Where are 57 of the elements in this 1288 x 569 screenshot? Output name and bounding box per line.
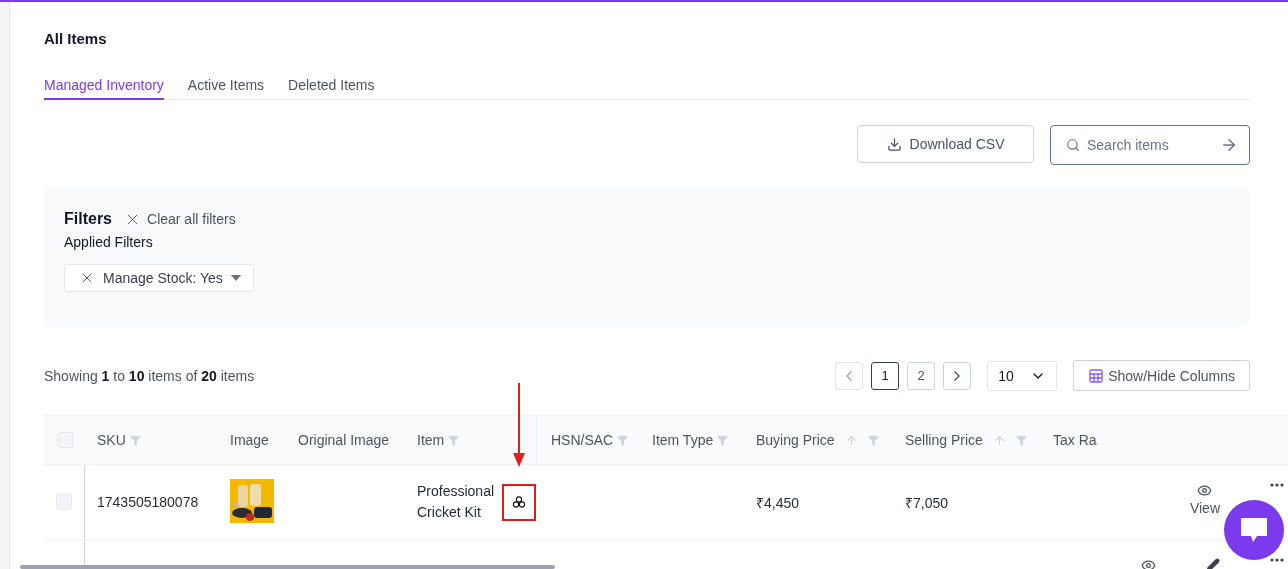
column-header[interactable]: Tax Ra	[1041, 416, 1105, 464]
search-field[interactable]: Search items	[1050, 125, 1250, 165]
table-columns-icon	[1088, 367, 1105, 384]
download-csv-button[interactable]: Download CSV	[857, 125, 1034, 163]
chat-button[interactable]	[1224, 500, 1284, 560]
edit-button[interactable]	[1206, 558, 1220, 569]
filter-chip[interactable]: Manage Stock: Yes	[64, 264, 254, 292]
download-icon	[886, 136, 902, 152]
filter-icon[interactable]	[617, 434, 629, 446]
scrollbar-thumb[interactable]	[20, 565, 555, 569]
table-cell-text: 1743505180078	[96, 494, 200, 510]
caret-icon	[230, 275, 241, 281]
view-button[interactable]: View	[1189, 483, 1220, 516]
filter-icon[interactable]	[129, 434, 141, 446]
chat-icon	[1239, 516, 1269, 544]
cubes-icon[interactable]	[512, 495, 527, 509]
more-icon	[1270, 483, 1284, 487]
column-header[interactable]: HSN/SAC	[536, 416, 640, 464]
column-header[interactable]: Original Image	[286, 416, 405, 464]
column-header[interactable]: Selling Price	[893, 416, 1041, 464]
sort-icon[interactable]	[992, 433, 1006, 447]
eye-icon	[1197, 483, 1213, 498]
search-icon	[1066, 138, 1080, 152]
column-header[interactable]: Buying Price	[744, 416, 893, 464]
table-cell-text: ₹4,450	[755, 493, 801, 512]
page-button[interactable]: 1	[871, 361, 900, 390]
tab[interactable]: Managed Inventory	[44, 77, 164, 100]
tab[interactable]: Deleted Items	[288, 77, 375, 100]
tab[interactable]: Active Items	[187, 77, 265, 100]
column-header[interactable]: SKU	[85, 416, 218, 464]
eye-icon	[1141, 558, 1156, 569]
column-header[interactable]: Item	[405, 416, 536, 464]
results-summary: Showing 1 to 10 items of 20 items	[44, 367, 255, 384]
page-button[interactable]: 2	[907, 361, 936, 390]
page-title: All Items	[44, 30, 108, 47]
filter-icon[interactable]	[448, 434, 460, 446]
page-size-select[interactable]: 10	[987, 360, 1058, 391]
filters-title: Filters	[64, 210, 112, 228]
table-cell-text: Professional Cricket Kit	[417, 482, 496, 522]
filter-icon[interactable]	[1015, 434, 1027, 446]
more-icon	[1270, 558, 1284, 562]
more-button[interactable]	[1270, 558, 1284, 562]
arrow-right-icon[interactable]	[1220, 136, 1238, 154]
filter-icon[interactable]	[867, 434, 879, 446]
pencil-icon	[1206, 558, 1220, 569]
more-button[interactable]	[1270, 483, 1284, 487]
clear-filters-link[interactable]: Clear all filters	[124, 210, 236, 228]
show-hide-columns-button[interactable]: Show/Hide Columns	[1073, 360, 1250, 391]
next-page-button[interactable]	[943, 361, 972, 390]
row-checkbox[interactable]	[56, 494, 72, 510]
table-cell-text: ₹7,050	[904, 493, 950, 512]
column-header[interactable]: Image	[218, 416, 286, 464]
sort-icon[interactable]	[844, 433, 858, 447]
view-button[interactable]	[1141, 558, 1156, 569]
filter-icon[interactable]	[717, 434, 729, 446]
column-header[interactable]: Item Type	[640, 416, 744, 464]
applied-filters-label: Applied Filters	[64, 234, 154, 250]
